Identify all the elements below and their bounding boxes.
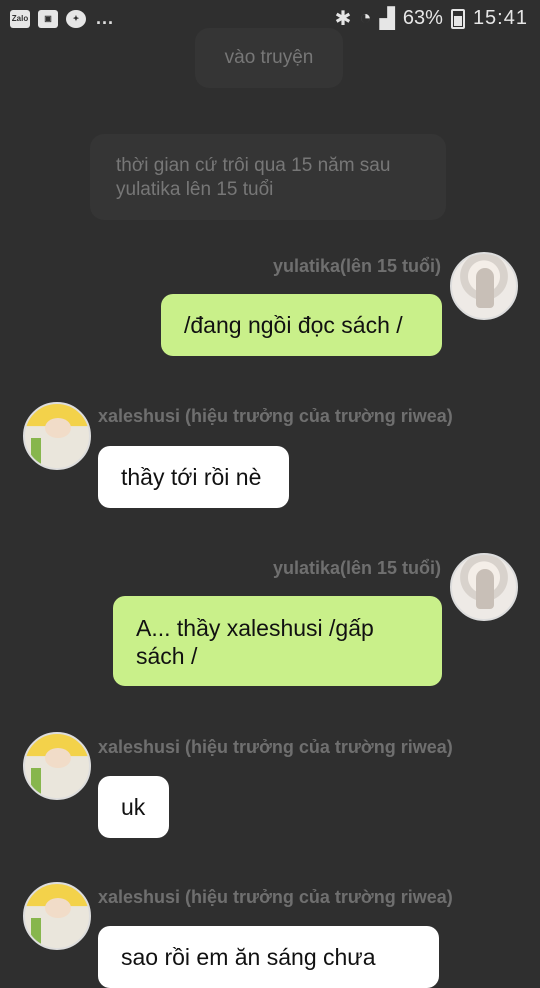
more-notifications: ... bbox=[96, 8, 115, 28]
boy-avatar[interactable] bbox=[23, 732, 91, 800]
bluetooth-icon: ✱ bbox=[334, 8, 352, 30]
zalo-app-icon: Zalo bbox=[10, 9, 30, 28]
message-bubble[interactable]: uk bbox=[98, 776, 169, 838]
clock: 15:41 bbox=[472, 7, 528, 29]
narration-message: thời gian cứ trôi qua 15 năm sau yulatik… bbox=[90, 134, 446, 220]
wifi-icon: ◔ bbox=[359, 7, 372, 29]
message-bubble[interactable]: A... thầy xaleshusi /gấp sách / bbox=[113, 596, 442, 686]
battery-icon bbox=[450, 8, 465, 29]
sender-name: yulatika(lên 15 tuổi) bbox=[272, 256, 441, 276]
girl-avatar[interactable] bbox=[450, 252, 518, 320]
message-bubble[interactable]: /đang ngồi đọc sách / bbox=[161, 294, 442, 356]
sender-name: xaleshusi (hiệu trưởng của trường riwea) bbox=[98, 737, 453, 757]
battery-percent: 63% bbox=[402, 7, 443, 29]
girl-avatar[interactable] bbox=[450, 553, 518, 621]
message-bubble[interactable]: thầy tới rồi nè bbox=[98, 446, 289, 508]
sender-name: xaleshusi (hiệu trưởng của trường riwea) bbox=[98, 887, 453, 907]
gallery-icon: ▣ bbox=[38, 9, 58, 28]
sender-name: xaleshusi (hiệu trưởng của trường riwea) bbox=[98, 406, 453, 426]
signal-icon: ▟ bbox=[379, 8, 395, 30]
messenger-icon: ✦ bbox=[66, 9, 86, 28]
message-bubble[interactable]: sao rồi em ăn sáng chưa bbox=[98, 926, 439, 988]
boy-avatar[interactable] bbox=[23, 402, 91, 470]
narration-message: vào truyện bbox=[195, 28, 343, 88]
sender-name: yulatika(lên 15 tuổi) bbox=[272, 558, 441, 578]
boy-avatar[interactable] bbox=[23, 882, 91, 950]
